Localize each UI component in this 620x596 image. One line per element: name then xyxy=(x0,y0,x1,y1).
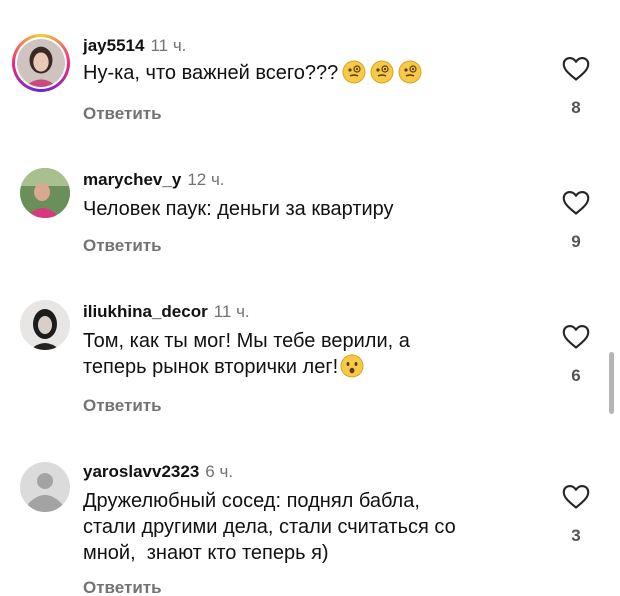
user-photo-icon xyxy=(20,300,70,350)
heart-icon[interactable] xyxy=(562,190,590,216)
comment-text-line: мной, знают кто теперь я) xyxy=(83,542,329,564)
comment-time: 11 ч. xyxy=(213,302,250,321)
comment-text-line: теперь рынок вторички лег! xyxy=(83,356,339,378)
reply-button[interactable]: Ответить xyxy=(83,578,162,596)
scrollbar[interactable] xyxy=(609,352,614,414)
avatar[interactable] xyxy=(20,300,70,350)
comment-text: Человек паук: деньги за квартиру xyxy=(83,196,513,222)
comment-text-line: Дружелюбный сосед: поднял бабла, xyxy=(83,490,420,512)
heart-icon[interactable] xyxy=(562,324,590,350)
comment-username[interactable]: iliukhina_decor xyxy=(83,302,208,321)
comment-text-line: Том, как ты мог! Мы тебе верили, а xyxy=(83,330,410,352)
comment-text-line: Ну-ка, что важней всего??? xyxy=(83,62,339,84)
like-count: 6 xyxy=(571,366,581,385)
heart-icon[interactable] xyxy=(562,484,590,510)
comment-text: Ну-ка, что важней всего??? xyxy=(83,60,513,86)
avatar[interactable] xyxy=(20,168,70,218)
thinking-face-emoji-icon xyxy=(338,60,422,84)
reply-button[interactable]: Ответить xyxy=(83,104,162,124)
comment-username[interactable]: marychev_y xyxy=(83,170,181,189)
user-photo-icon xyxy=(20,168,70,218)
comment-time: 6 ч. xyxy=(205,462,234,481)
comment-text-line: Человек паук: деньги за квартиру xyxy=(83,198,394,220)
like-count: 8 xyxy=(571,98,581,117)
comment-username[interactable]: jay5514 xyxy=(83,36,144,55)
reply-button[interactable]: Ответить xyxy=(83,396,162,416)
comment-text-line: стали другими дела, стали считаться со xyxy=(83,516,456,538)
comment-time: 11 ч. xyxy=(150,36,187,55)
comment-text: Дружелюбный сосед: поднял бабла, стали д… xyxy=(83,488,513,566)
comment-username[interactable]: yaroslavv2323 xyxy=(83,462,199,481)
user-photo-icon xyxy=(17,39,65,87)
like-count: 3 xyxy=(571,526,581,545)
like-count: 9 xyxy=(571,232,581,251)
hushed-face-emoji-icon xyxy=(340,354,364,378)
comment-time: 12 ч. xyxy=(187,170,225,189)
avatar[interactable] xyxy=(12,34,70,92)
comment-text: Том, как ты мог! Мы тебе верили, а тепер… xyxy=(83,328,513,380)
avatar[interactable] xyxy=(20,462,70,512)
heart-icon[interactable] xyxy=(562,56,590,82)
reply-button[interactable]: Ответить xyxy=(83,236,162,256)
default-avatar-icon xyxy=(20,462,70,512)
